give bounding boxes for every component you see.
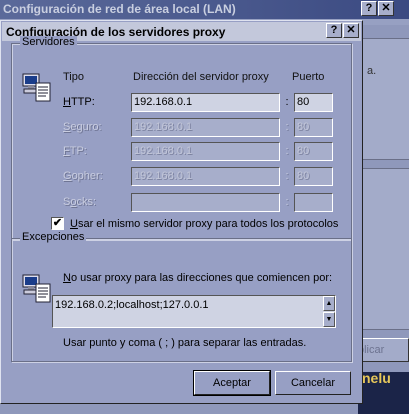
background-panel-text: a. <box>367 65 377 77</box>
background-thumbnail: nelu <box>358 370 409 414</box>
ftp-address-input: 192.168.0.1 <box>131 142 280 161</box>
http-address-input[interactable]: 192.168.0.1 <box>131 93 280 112</box>
column-header-type: Tipo <box>63 71 84 83</box>
background-thumbnail-text: nelu <box>362 370 391 386</box>
socks-label: Socks: <box>63 196 97 208</box>
use-same-proxy-checkbox[interactable]: ✔ <box>51 217 64 230</box>
socks-port-input <box>294 193 333 212</box>
gopher-label: Gopher: <box>63 170 103 182</box>
close-button[interactable]: ✕ <box>378 1 394 16</box>
exceptions-value: 192.168.0.2;localhost;127.0.0.1 <box>55 299 209 311</box>
servers-group-label: Servidores <box>20 36 77 48</box>
dialog-help-button[interactable]: ? <box>326 23 342 38</box>
gopher-port-input: 80 <box>294 167 333 186</box>
secure-label: Seguro: <box>63 121 102 133</box>
exceptions-textarea[interactable]: 192.168.0.2;localhost;127.0.0.1 ▲ ▼ <box>52 295 336 328</box>
exceptions-hint: Usar punto y coma ( ; ) para separar las… <box>63 337 307 349</box>
secure-address-input: 192.168.0.1 <box>131 118 280 137</box>
ftp-colon: : <box>285 145 289 157</box>
gopher-colon: : <box>285 170 289 182</box>
scroll-down-arrow-icon[interactable]: ▼ <box>323 312 335 327</box>
gopher-address-input: 192.168.0.1 <box>131 167 280 186</box>
socks-colon: : <box>285 196 289 208</box>
cancel-button[interactable]: Cancelar <box>275 371 351 395</box>
http-label: HTTP: <box>63 96 95 108</box>
socks-address-input <box>131 193 280 212</box>
secure-port-input: 80 <box>294 118 333 137</box>
use-same-proxy-label[interactable]: Usar el mismo servidor proxy para todos … <box>70 218 338 230</box>
exceptions-group-label: Excepciones <box>20 231 87 243</box>
ftp-port-input: 80 <box>294 142 333 161</box>
exceptions-description: No usar proxy para las direcciones que c… <box>63 272 333 284</box>
column-header-address: Dirección del servidor proxy <box>133 71 269 83</box>
background-panel: a. <box>360 38 409 160</box>
scroll-up-arrow-icon[interactable]: ▲ <box>323 296 335 311</box>
secure-colon: : <box>285 121 289 133</box>
ftp-label: FTP: <box>63 145 87 157</box>
http-port-input[interactable]: 80 <box>294 93 333 112</box>
http-colon: : <box>285 96 289 108</box>
ok-button[interactable]: Aceptar <box>193 370 271 396</box>
help-button[interactable]: ? <box>361 1 377 16</box>
background-window-title: Configuración de red de área local (LAN) <box>3 2 236 16</box>
column-header-port: Puerto <box>292 71 325 83</box>
background-panel-lower <box>360 168 409 330</box>
dialog-close-button[interactable]: ✕ <box>343 23 359 38</box>
background-window-titlebar[interactable]: Configuración de red de área local (LAN)… <box>0 0 409 19</box>
network-computer-icon <box>22 73 51 102</box>
network-computer-icon <box>22 274 51 303</box>
